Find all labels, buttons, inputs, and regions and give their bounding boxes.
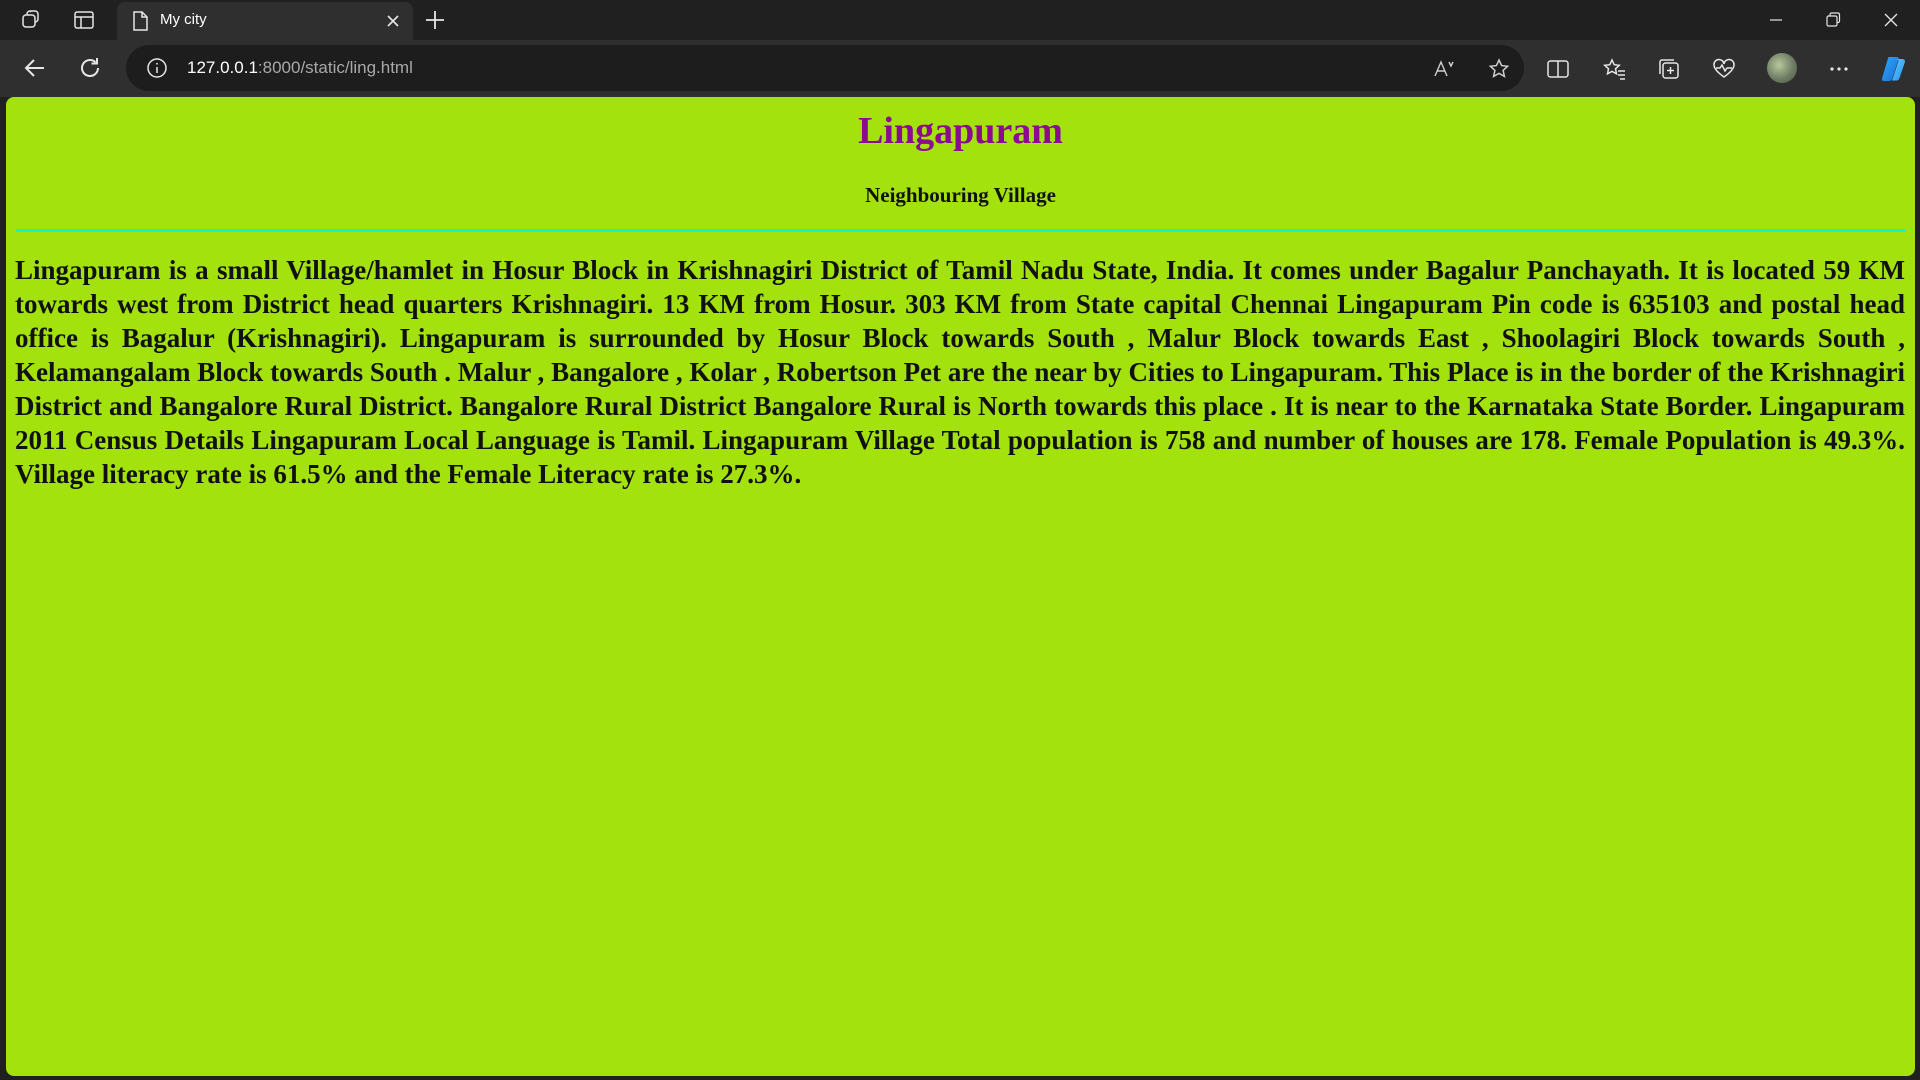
browser-essentials-icon[interactable] bbox=[1711, 56, 1737, 82]
favorites-icon[interactable] bbox=[1601, 56, 1627, 82]
site-info-icon[interactable] bbox=[146, 57, 168, 79]
horizontal-rule bbox=[16, 229, 1906, 232]
more-menu-icon[interactable] bbox=[1826, 56, 1852, 82]
profile-avatar[interactable] bbox=[1767, 53, 1797, 83]
copilot-icon[interactable] bbox=[1878, 53, 1910, 85]
restore-icon[interactable] bbox=[1821, 8, 1845, 32]
address-bar[interactable]: 127.0.0.1:8000/static/ling.html bbox=[126, 45, 1524, 91]
back-icon[interactable] bbox=[21, 54, 49, 82]
page-icon bbox=[129, 10, 151, 32]
url-path: :8000/static/ling.html bbox=[257, 58, 413, 77]
url-text[interactable]: 127.0.0.1:8000/static/ling.html bbox=[187, 58, 413, 78]
tab-title: My city bbox=[160, 11, 207, 28]
page-subtitle: Neighbouring Village bbox=[865, 183, 1056, 207]
favorite-star-icon[interactable] bbox=[1487, 57, 1511, 81]
title-bar: My city bbox=[0, 0, 1920, 40]
new-tab-icon[interactable] bbox=[423, 8, 447, 32]
page-viewport: Lingapuram Neighbouring Village Lingapur… bbox=[6, 97, 1915, 1076]
split-screen-icon[interactable] bbox=[1545, 56, 1571, 82]
tab-actions-icon[interactable] bbox=[72, 8, 96, 32]
refresh-icon[interactable] bbox=[76, 54, 104, 82]
read-aloud-icon[interactable] bbox=[1432, 57, 1456, 81]
close-tab-icon[interactable] bbox=[383, 11, 403, 31]
close-window-icon[interactable] bbox=[1879, 8, 1903, 32]
village-description: Lingapuram is a small Village/hamlet in … bbox=[15, 255, 1905, 489]
page-title: Lingapuram bbox=[858, 110, 1063, 152]
workspaces-icon[interactable] bbox=[20, 8, 44, 32]
tab-my-city[interactable]: My city bbox=[117, 2, 413, 40]
collections-icon[interactable] bbox=[1656, 56, 1682, 82]
browser-toolbar: 127.0.0.1:8000/static/ling.html bbox=[0, 40, 1920, 97]
url-host: 127.0.0.1 bbox=[187, 58, 258, 77]
minimize-icon[interactable] bbox=[1764, 8, 1788, 32]
